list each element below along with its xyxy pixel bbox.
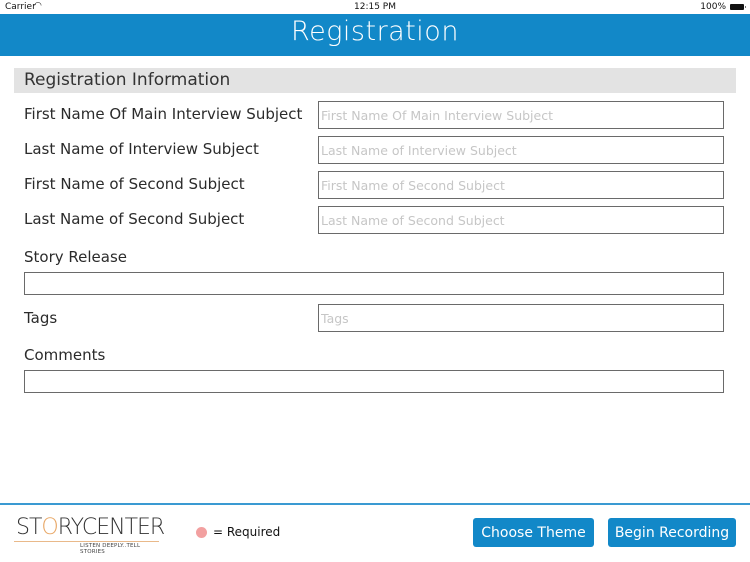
- comments-input[interactable]: [25, 371, 723, 392]
- story-release-field[interactable]: [24, 272, 724, 295]
- page-title: Registration: [291, 16, 459, 47]
- section-title: Registration Information: [24, 70, 231, 90]
- first-name-main-input[interactable]: [319, 102, 723, 128]
- last-name-main-field[interactable]: [318, 136, 724, 164]
- storycenter-logo: STORYCENTER LISTEN DEEPLY..TELL STORIES: [14, 515, 165, 555]
- clock: 12:15 PM: [354, 2, 396, 12]
- last-name-second-field[interactable]: [318, 206, 724, 234]
- nav-bar: Registration: [0, 14, 750, 56]
- tags-label: Tags: [24, 309, 58, 327]
- required-legend: = Required: [213, 525, 281, 539]
- required-marker-icon: [196, 527, 207, 538]
- first-name-main-field[interactable]: [318, 101, 724, 129]
- last-name-main-label: Last Name of Interview Subject: [24, 140, 259, 158]
- logo-tagline: LISTEN DEEPLY..TELL STORIES: [80, 543, 141, 555]
- story-release-label: Story Release: [24, 248, 128, 266]
- footer-divider: [0, 503, 750, 505]
- choose-theme-button[interactable]: Choose Theme: [473, 518, 594, 547]
- last-name-second-label: Last Name of Second Subject: [24, 210, 245, 228]
- begin-recording-button[interactable]: Begin Recording: [608, 518, 736, 547]
- first-name-main-label: First Name Of Main Interview Subject: [24, 105, 303, 123]
- first-name-second-input[interactable]: [319, 172, 723, 198]
- tags-field[interactable]: [318, 304, 724, 332]
- first-name-second-label: First Name of Second Subject: [24, 175, 245, 193]
- status-bar: Carrier ◠ 12:15 PM 100%: [0, 0, 750, 14]
- battery-icon: [730, 4, 746, 10]
- logo-wordmark: STORYCENTER: [16, 515, 165, 540]
- section-header: Registration Information: [14, 68, 736, 93]
- comments-field[interactable]: [24, 370, 724, 393]
- comments-label: Comments: [24, 346, 106, 364]
- tags-input[interactable]: [319, 305, 723, 331]
- last-name-main-input[interactable]: [319, 137, 723, 163]
- story-release-input[interactable]: [25, 273, 723, 294]
- battery-percent: 100%: [700, 2, 726, 12]
- last-name-second-input[interactable]: [319, 207, 723, 233]
- logo-rule: [14, 541, 159, 542]
- first-name-second-field[interactable]: [318, 171, 724, 199]
